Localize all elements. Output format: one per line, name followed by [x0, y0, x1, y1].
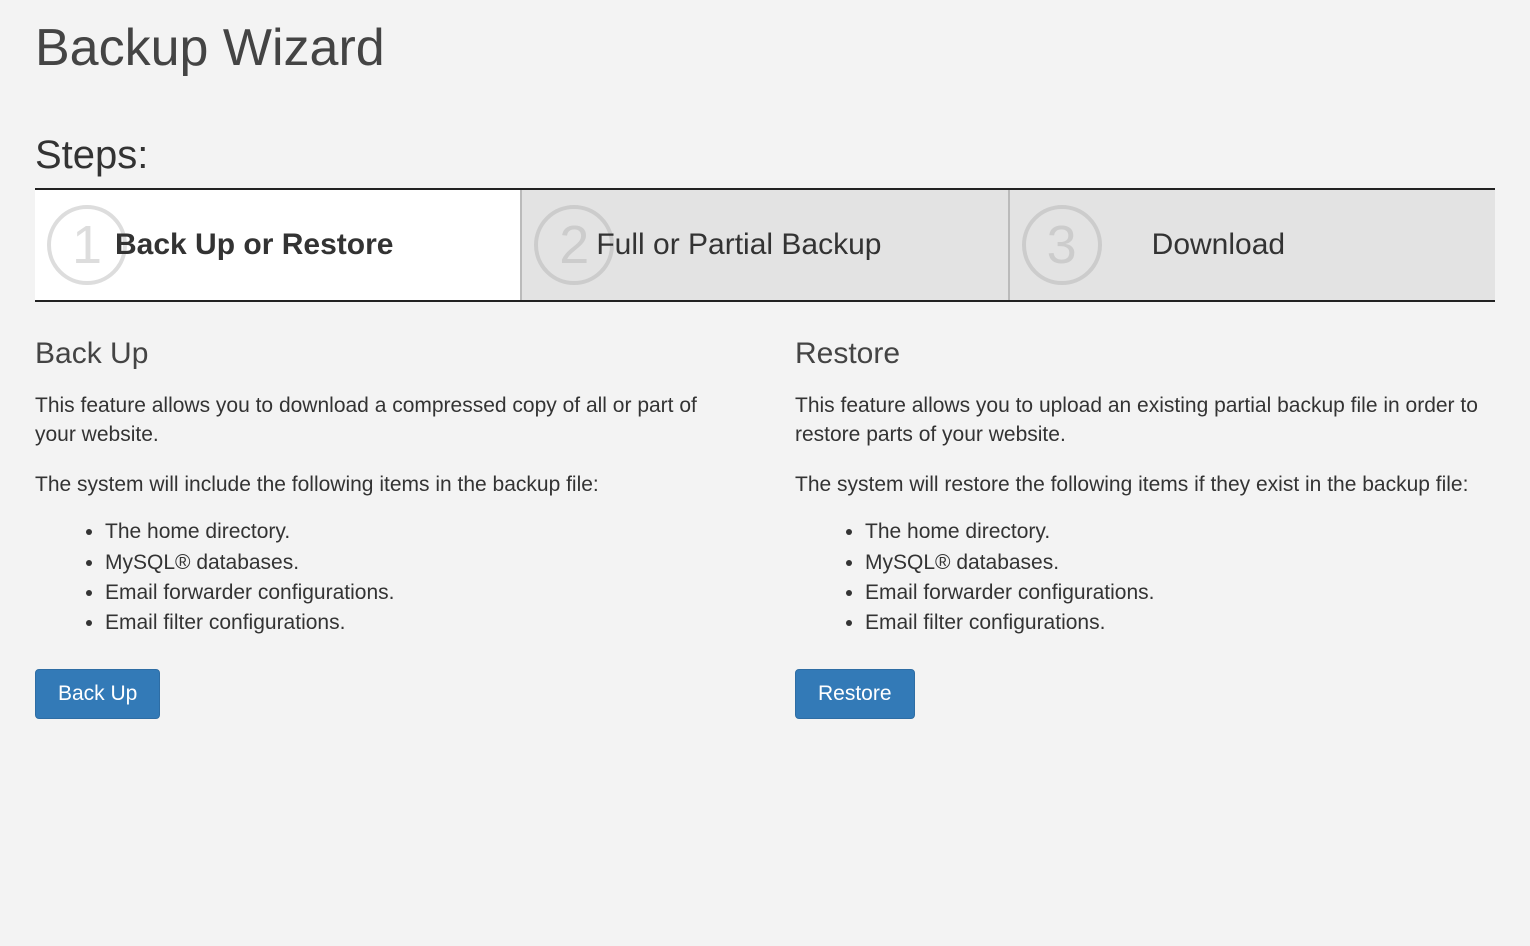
list-item: The home directory. — [105, 517, 735, 547]
list-item: The home directory. — [865, 517, 1495, 547]
page-title: Backup Wizard — [35, 18, 1495, 78]
list-item: MySQL® databases. — [105, 548, 735, 578]
backup-title: Back Up — [35, 337, 735, 371]
list-item: Email forwarder configurations. — [105, 578, 735, 608]
backup-desc: This feature allows you to download a co… — [35, 391, 735, 450]
step-number-3: 3 — [1022, 205, 1102, 285]
restore-desc: This feature allows you to upload an exi… — [795, 391, 1495, 450]
step-tab-3[interactable]: 3 Download — [1010, 190, 1495, 300]
restore-button[interactable]: Restore — [795, 669, 915, 719]
steps-heading: Steps: — [35, 133, 1495, 178]
backup-button[interactable]: Back Up — [35, 669, 160, 719]
content-columns: Back Up This feature allows you to downl… — [35, 337, 1495, 719]
list-item: Email forwarder configurations. — [865, 578, 1495, 608]
step-label-1: Back Up or Restore — [115, 228, 393, 262]
backup-section: Back Up This feature allows you to downl… — [35, 337, 735, 719]
step-label-2: Full or Partial Backup — [596, 228, 881, 262]
list-item: Email filter configurations. — [865, 608, 1495, 638]
steps-tabs: 1 Back Up or Restore 2 Full or Partial B… — [35, 188, 1495, 302]
restore-title: Restore — [795, 337, 1495, 371]
restore-list-intro: The system will restore the following it… — [795, 470, 1495, 499]
restore-items: The home directory. MySQL® databases. Em… — [795, 517, 1495, 639]
list-item: Email filter configurations. — [105, 608, 735, 638]
step-tab-2[interactable]: 2 Full or Partial Backup — [522, 190, 1009, 300]
restore-section: Restore This feature allows you to uploa… — [795, 337, 1495, 719]
list-item: MySQL® databases. — [865, 548, 1495, 578]
backup-items: The home directory. MySQL® databases. Em… — [35, 517, 735, 639]
step-tab-1[interactable]: 1 Back Up or Restore — [35, 190, 522, 300]
step-label-3: Download — [1152, 228, 1285, 262]
backup-list-intro: The system will include the following it… — [35, 470, 735, 499]
